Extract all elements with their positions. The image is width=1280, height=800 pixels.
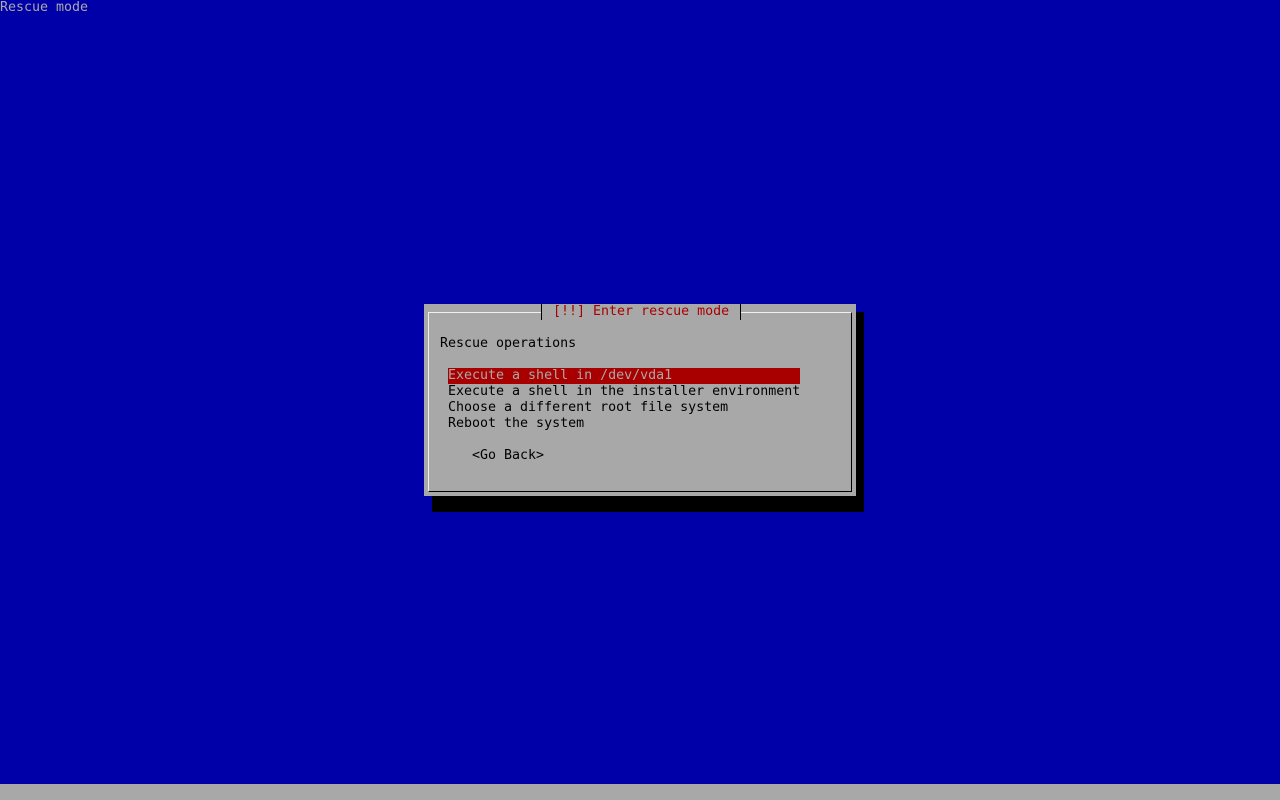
go-back-button[interactable]: <Go Back> (472, 448, 544, 464)
rescue-operations-menu: Execute a shell in /dev/vda1 Execute a s… (448, 368, 800, 432)
menu-item-choose-root-fs[interactable]: Choose a different root file system (448, 400, 800, 416)
status-bar (0, 784, 1280, 800)
rescue-operations-prompt: Rescue operations (440, 336, 577, 351)
menu-item-shell-vda1[interactable]: Execute a shell in /dev/vda1 (448, 368, 800, 384)
installer-screen: Rescue mode [!!] Enter rescue mode Rescu… (0, 0, 1280, 800)
rescue-mode-dialog: [!!] Enter rescue mode Rescue operations… (424, 304, 856, 496)
dialog-title: [!!] Enter rescue mode (541, 304, 742, 320)
screen-title: Rescue mode (0, 0, 89, 15)
menu-item-reboot[interactable]: Reboot the system (448, 416, 800, 432)
menu-item-shell-installer[interactable]: Execute a shell in the installer environ… (448, 384, 800, 400)
